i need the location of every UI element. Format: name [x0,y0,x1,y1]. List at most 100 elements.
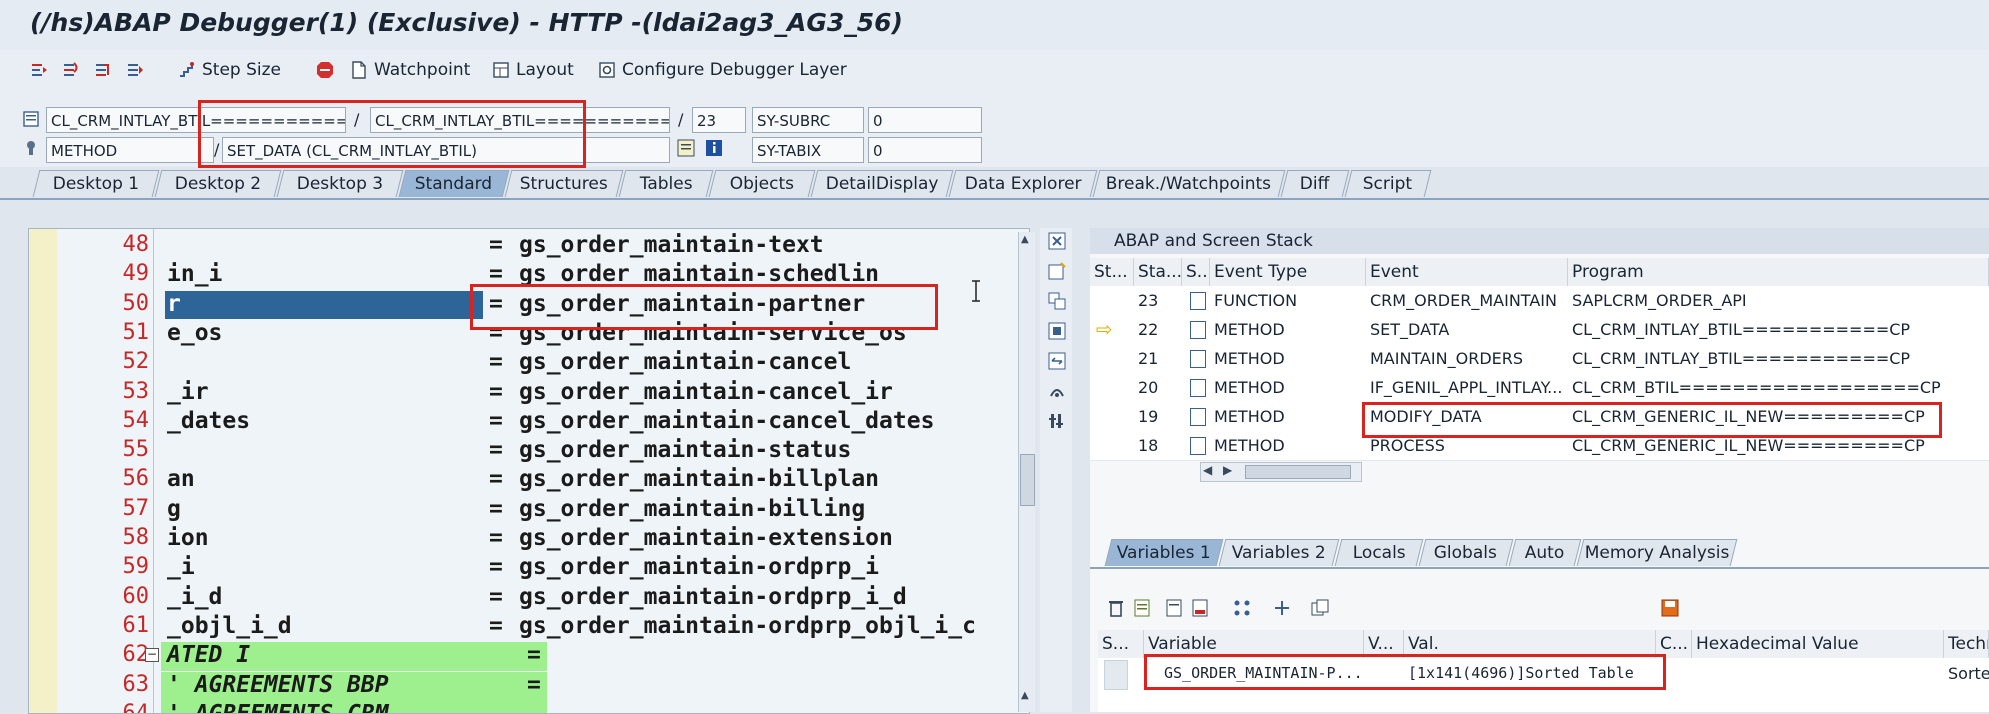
col-hex-value[interactable]: Hexadecimal Value [1692,630,1944,658]
configure-debugger-layer-button[interactable]: Configure Debugger Layer [598,58,847,82]
stack-row[interactable]: 21 METHOD MAINTAIN_ORDERS CL_CRM_INTLAY_BTI… [1090,344,1989,374]
code-line[interactable]: 50 r = gs_order_maintain-partner [29,290,1029,320]
execute-button[interactable] [62,58,86,82]
source-code-icon[interactable] [1190,292,1206,310]
stack-row[interactable]: 18 METHOD PROCESS CL_CRM_GENERIC_IL_NEW====… [1090,431,1989,461]
delete-icon[interactable] [1106,598,1126,618]
code-line[interactable]: 55 = gs_order_maintain-status [29,437,1029,466]
tab-script[interactable]: Script [1344,170,1432,197]
col-variable[interactable]: Variable [1144,630,1364,658]
col-event-type[interactable]: Event Type [1210,258,1366,286]
source-icon[interactable] [676,138,696,158]
source-code-editor[interactable]: 48 = gs_order_maintain-text 49 in_i = gs_order… [28,228,1030,714]
breakpoint-button[interactable] [316,58,340,82]
code-line[interactable]: 59 _i = gs_order_maintain-ordprp_i [29,554,1029,583]
tab-standard[interactable]: Standard [398,170,510,197]
variable-value[interactable]: [1x141(4696)]Sorted Table [1404,659,1656,688]
sy-subrc-value[interactable]: 0 [868,107,982,133]
variable-list-icon[interactable] [1132,598,1152,618]
tab-tables[interactable]: Tables [618,170,714,197]
stack-row[interactable]: 19 METHOD MODIFY_DATA CL_CRM_GENERIC_IL_NEW… [1090,402,1989,432]
event-type-field[interactable]: METHOD [46,137,214,163]
hierarchy-icon[interactable] [1232,598,1252,618]
include-field[interactable]: CL_CRM_INTLAY_BTIL===========... [370,107,670,133]
tab-structures[interactable]: Structures [504,170,624,197]
source-code-icon[interactable] [1190,379,1206,397]
scroll-thumb[interactable] [1020,454,1035,506]
col-value[interactable]: Val. [1404,630,1656,658]
scroll-down-icon[interactable]: ▲ [1021,690,1029,701]
source-code-icon[interactable] [1190,350,1206,368]
tab-desktop-3[interactable]: Desktop 3 [276,170,404,197]
code-line[interactable]: 49 in_i = gs_order_maintain-schedlin [29,261,1029,290]
code-line[interactable]: 54 _dates = gs_order_maintain-cancel_dates [29,408,1029,437]
sy-tabix-value[interactable]: 0 [868,137,982,163]
code-line[interactable]: 61 _objl_i_d = gs_order_maintain-ordprp_obj… [29,613,1029,642]
close-icon[interactable] [1048,232,1066,250]
code-line[interactable]: 60 _i_d = gs_order_maintain-ordprp_i_d [29,584,1029,613]
new-tool-icon[interactable] [1048,262,1066,280]
replace-tool-icon[interactable] [1048,292,1066,310]
settings-tool-icon[interactable] [1048,412,1066,430]
code-line[interactable]: 56 an = gs_order_maintain-billplan [29,466,1029,495]
code-line[interactable]: 62− ATED I = [29,642,1029,672]
col-event[interactable]: Event [1366,258,1568,286]
editor-scrollbar[interactable]: ▲ ▲ [1018,232,1035,712]
swap-icon[interactable] [1048,352,1066,370]
stack-row[interactable]: 23 FUNCTION CRM_ORDER_MAINTAIN SAPLCRM_ORDE… [1090,286,1989,316]
variable-name[interactable]: GS_ORDER_MAINTAIN-P... [1160,659,1364,688]
program-field[interactable]: CL_CRM_INTLAY_BTIL===========... [46,107,346,133]
tab-diff[interactable]: Diff [1280,170,1350,197]
stack-hscroll[interactable]: ◀ ▶ [1200,462,1362,482]
col-program[interactable]: Program [1568,258,1989,286]
tab-globals[interactable]: Globals [1418,539,1514,566]
tab-variables-2[interactable]: Variables 2 [1218,539,1340,566]
tab-desktop-1[interactable]: Desktop 1 [32,170,160,197]
source-code-icon[interactable] [1190,321,1206,339]
col-v[interactable]: V... [1364,630,1404,658]
return-button[interactable] [94,58,118,82]
save-icon[interactable] [1660,598,1680,618]
code-line[interactable]: 48 = gs_order_maintain-text [29,232,1029,261]
code-line[interactable]: 57 g = gs_order_maintain-billing [29,496,1029,525]
code-line[interactable]: 53 _ir = gs_order_maintain-cancel_ir [29,379,1029,408]
code-line[interactable]: 64 ' AGREEMENTS CRM [29,700,1029,713]
tab-objects[interactable]: Objects [708,170,816,197]
scroll-left-icon[interactable]: ◀ [1203,463,1212,477]
step-size-button[interactable]: Step Size [178,58,281,82]
source-code-icon[interactable] [1190,437,1206,455]
col-c[interactable]: C... [1656,630,1692,658]
full-screen-icon[interactable] [1048,322,1066,340]
col-stack-level[interactable]: Sta... [1134,258,1182,286]
single-step-button[interactable] [30,58,54,82]
col-status[interactable]: S... [1098,630,1144,658]
tab-locals[interactable]: Locals [1334,539,1424,566]
navigate-icon[interactable] [1272,598,1292,618]
save-list-icon[interactable] [1164,598,1184,618]
code-line[interactable]: 52 = gs_order_maintain-cancel [29,349,1029,378]
scroll-up-icon[interactable]: ▲ [1021,234,1029,245]
line-field[interactable]: 23 [692,107,746,133]
stack-row[interactable]: 20 METHOD IF_GENIL_APPL_INTLAY... CL_CRM_BT… [1090,373,1989,403]
col-s[interactable]: S... [1182,258,1210,286]
col-technical[interactable]: Techn [1944,630,1989,658]
row-selector[interactable] [1104,660,1128,690]
layout-button[interactable]: Layout [492,58,574,82]
tab-desktop-2[interactable]: Desktop 2 [154,170,282,197]
stack-row[interactable]: ⇨ 22 METHOD SET_DATA CL_CRM_INTLAY_BTIL=====… [1090,315,1989,345]
code-line[interactable]: 63 ' AGREEMENTS BBP = [29,671,1029,701]
services-icon[interactable] [1048,382,1066,400]
tab-data-explorer[interactable]: Data Explorer [948,170,1098,197]
code-line[interactable]: 58 ion = gs_order_maintain-extension [29,525,1029,554]
watchpoint-button[interactable]: Watchpoint [350,58,470,82]
tab-auto[interactable]: Auto [1508,539,1582,566]
col-status[interactable]: St... [1090,258,1134,286]
tab-break-watchpoints[interactable]: Break./Watchpoints [1092,170,1286,197]
tab-memory-analysis[interactable]: Memory Analysis [1576,539,1738,566]
collapse-icon[interactable]: − [145,648,159,663]
continue-button[interactable] [126,58,150,82]
info-icon[interactable] [704,138,724,158]
tab-detail-display[interactable]: DetailDisplay [810,170,954,197]
load-list-icon[interactable] [1190,598,1210,618]
scroll-right-icon[interactable]: ▶ [1223,463,1232,477]
